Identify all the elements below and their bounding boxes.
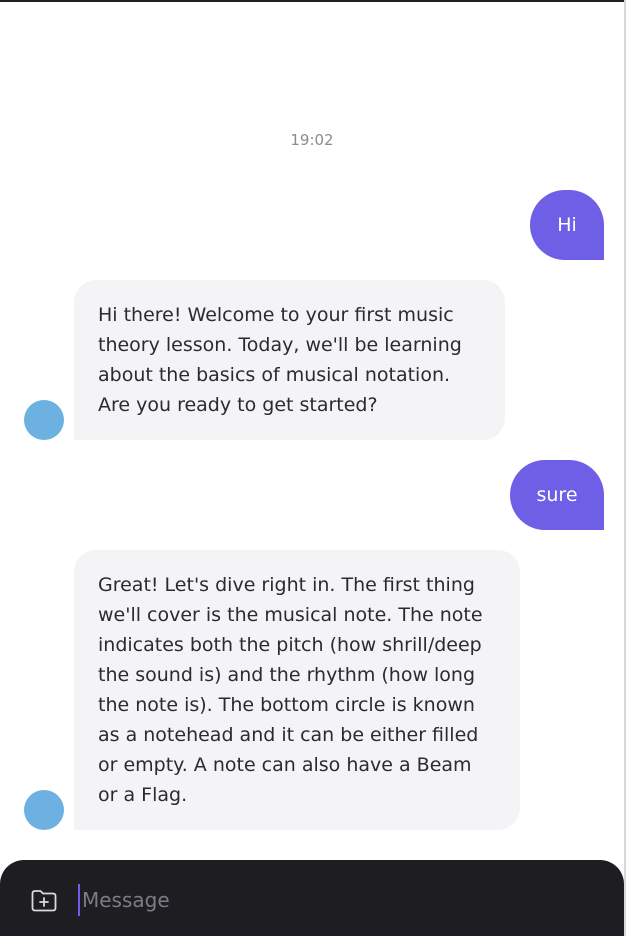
message-input[interactable] (78, 884, 602, 916)
message-timestamp: 19:02 (290, 131, 334, 149)
assistant-message-bubble: Hi there! Welcome to your first music th… (74, 280, 505, 440)
message-composer (0, 860, 624, 936)
user-message-bubble: Hi (530, 190, 604, 260)
chat-window: 19:02 Hi Hi there! Welcome to your first… (0, 0, 626, 936)
folder-plus-icon[interactable] (30, 886, 58, 914)
user-message-bubble: sure (510, 460, 604, 530)
assistant-avatar (24, 400, 64, 440)
top-divider (0, 0, 624, 2)
assistant-message-bubble: Great! Let's dive right in. The first th… (74, 550, 520, 830)
assistant-avatar (24, 790, 64, 830)
